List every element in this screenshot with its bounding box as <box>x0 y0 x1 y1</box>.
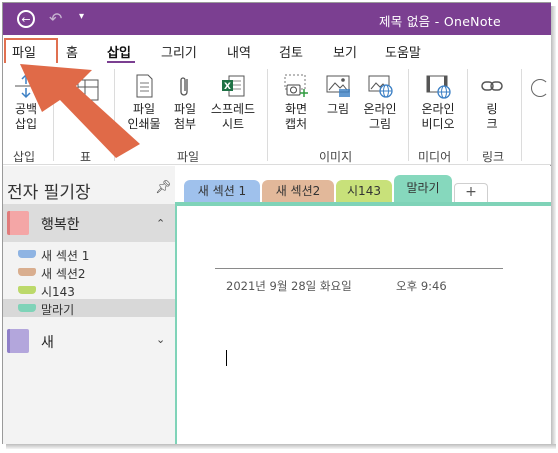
insert-space-button[interactable]: 공백 삽입 <box>9 73 43 132</box>
back-icon[interactable]: ← <box>17 10 35 28</box>
page-title-line[interactable] <box>215 268 503 269</box>
ribbon-separator <box>267 69 268 161</box>
section-tab-active[interactable]: 말라기 <box>394 175 452 202</box>
notebook-pane: 전자 필기장 📌︎ 행복한 ⌃ 새 섹션 1 새 섹션2 시143 말라기 새 … <box>3 166 175 444</box>
file-printout-label: 파일 인쇄물 <box>127 102 161 131</box>
table-dropdown-icon: ⌄ <box>84 108 92 118</box>
section-item[interactable]: 시143 <box>3 281 175 299</box>
section-item[interactable]: 새 섹션2 <box>3 263 175 281</box>
spreadsheet-label: 스프레드 시트 <box>210 102 256 131</box>
table-button[interactable]: ⌄ <box>73 77 103 121</box>
ribbon-separator <box>53 69 54 161</box>
svg-text:X: X <box>224 82 231 92</box>
undo-icon[interactable]: ↶ <box>49 9 62 28</box>
file-attach-button[interactable]: 파일 첨부 <box>169 73 201 132</box>
link-label: 링 크 <box>486 102 498 131</box>
section-item-selected[interactable]: 말라기 <box>3 299 175 317</box>
app-window: ← ↶ ▾ 제목 없음 - OneNote 파일 홈 삽입 그리기 내역 검토 … <box>0 0 558 453</box>
group-table-label: 표 <box>80 150 92 164</box>
title-bar: ← ↶ ▾ 제목 없음 - OneNote <box>3 3 551 35</box>
insert-space-icon <box>13 73 39 99</box>
camera-icon <box>283 73 309 99</box>
notebook-label: 새 <box>41 335 54 351</box>
tab-help[interactable]: 도움말 <box>385 42 421 61</box>
page-canvas[interactable]: 2021년 9월 28일 화요일 오후 9:46 <box>175 202 551 444</box>
ribbon-separator <box>521 69 522 161</box>
online-picture-icon <box>367 73 393 99</box>
ribbon: 공백 삽입 삽입 ⌄ 표 파일 인쇄물 파일 첨부 X 스프레드 시트 파일 화… <box>3 63 551 165</box>
tab-insert[interactable]: 삽입 <box>107 42 131 61</box>
tab-view[interactable]: 보기 <box>333 42 357 61</box>
page-date: 2021년 9월 28일 화요일 <box>226 279 352 293</box>
section-item[interactable]: 새 섹션 1 <box>3 245 175 263</box>
section-color-icon <box>18 304 36 312</box>
section-label: 새 섹션 1 <box>41 249 90 263</box>
page-time: 오후 9:46 <box>396 279 447 293</box>
link-icon <box>479 73 505 99</box>
tab-home[interactable]: 홈 <box>66 42 78 61</box>
section-color-icon <box>18 250 36 258</box>
add-section-button[interactable]: + <box>454 183 488 202</box>
quick-access-icon[interactable]: ▾ <box>79 11 84 22</box>
paperclip-icon <box>172 73 198 99</box>
ribbon-tabs: 파일 홈 삽입 그리기 내역 검토 보기 도움말 <box>3 35 551 63</box>
notebook-item[interactable]: 새 ⌄ <box>3 322 175 360</box>
notebooks-title: 전자 필기장 <box>7 183 91 203</box>
picture-icon <box>325 73 351 99</box>
tab-review[interactable]: 검토 <box>279 42 303 61</box>
section-tab[interactable]: 새 섹션2 <box>262 180 334 202</box>
file-attach-label: 파일 첨부 <box>173 102 197 131</box>
file-printout-icon <box>131 73 157 99</box>
online-pictures-button[interactable]: 온라인 그림 <box>359 73 401 132</box>
group-media-label: 미디어 <box>418 150 452 164</box>
notebook-item[interactable]: 행복한 ⌃ <box>3 204 175 242</box>
ribbon-separator <box>408 69 409 161</box>
chevron-down-icon[interactable]: ⌄ <box>156 333 165 346</box>
online-video-button[interactable]: 온라인 비디오 <box>417 73 459 132</box>
section-color-icon <box>18 286 36 294</box>
screen-clipping-button[interactable]: 화면 캡처 <box>279 73 313 132</box>
section-color-icon <box>18 268 36 276</box>
window-shadow-bottom <box>6 444 556 449</box>
section-tabs: 새 섹션 1 새 섹션2 시143 말라기 + <box>175 166 551 202</box>
notebook-icon <box>7 211 29 235</box>
group-files-label: 파일 <box>177 150 200 164</box>
spreadsheet-button[interactable]: X 스프레드 시트 <box>207 73 259 132</box>
pictures-button[interactable]: 그림 <box>321 73 355 117</box>
video-icon <box>425 73 451 99</box>
notebook-icon <box>7 329 29 353</box>
text-cursor <box>226 350 227 366</box>
pin-icon[interactable]: 📌︎ <box>155 180 172 195</box>
audio-icon <box>531 79 549 97</box>
file-printout-button[interactable]: 파일 인쇄물 <box>125 73 163 132</box>
section-label: 새 섹션2 <box>41 267 86 281</box>
notebook-label: 행복한 <box>41 217 80 233</box>
insert-space-label: 공백 삽입 <box>14 102 38 131</box>
section-label: 말라기 <box>41 303 75 317</box>
section-tab[interactable]: 새 섹션 1 <box>184 180 260 202</box>
ribbon-overflow-button[interactable] <box>531 79 551 97</box>
group-links-label: 링크 <box>482 150 505 164</box>
tab-history[interactable]: 내역 <box>227 42 251 61</box>
online-pictures-label: 온라인 그림 <box>363 102 397 131</box>
ribbon-separator <box>467 69 468 161</box>
tab-draw[interactable]: 그리기 <box>161 42 197 61</box>
section-label: 시143 <box>41 285 75 299</box>
link-button[interactable]: 링 크 <box>477 73 507 132</box>
group-images-label: 이미지 <box>319 150 353 164</box>
ribbon-separator <box>114 69 115 161</box>
section-tab[interactable]: 시143 <box>336 180 392 202</box>
online-video-label: 온라인 비디오 <box>421 102 455 131</box>
excel-icon: X <box>220 73 246 99</box>
window-title: 제목 없음 - OneNote <box>379 14 501 29</box>
screen-clipping-label: 화면 캡처 <box>284 102 308 131</box>
pictures-label: 그림 <box>326 102 350 116</box>
group-insert-label: 삽입 <box>13 150 36 164</box>
table-icon <box>75 77 101 103</box>
chevron-up-icon[interactable]: ⌃ <box>156 217 165 230</box>
window-shadow-right <box>551 6 556 448</box>
